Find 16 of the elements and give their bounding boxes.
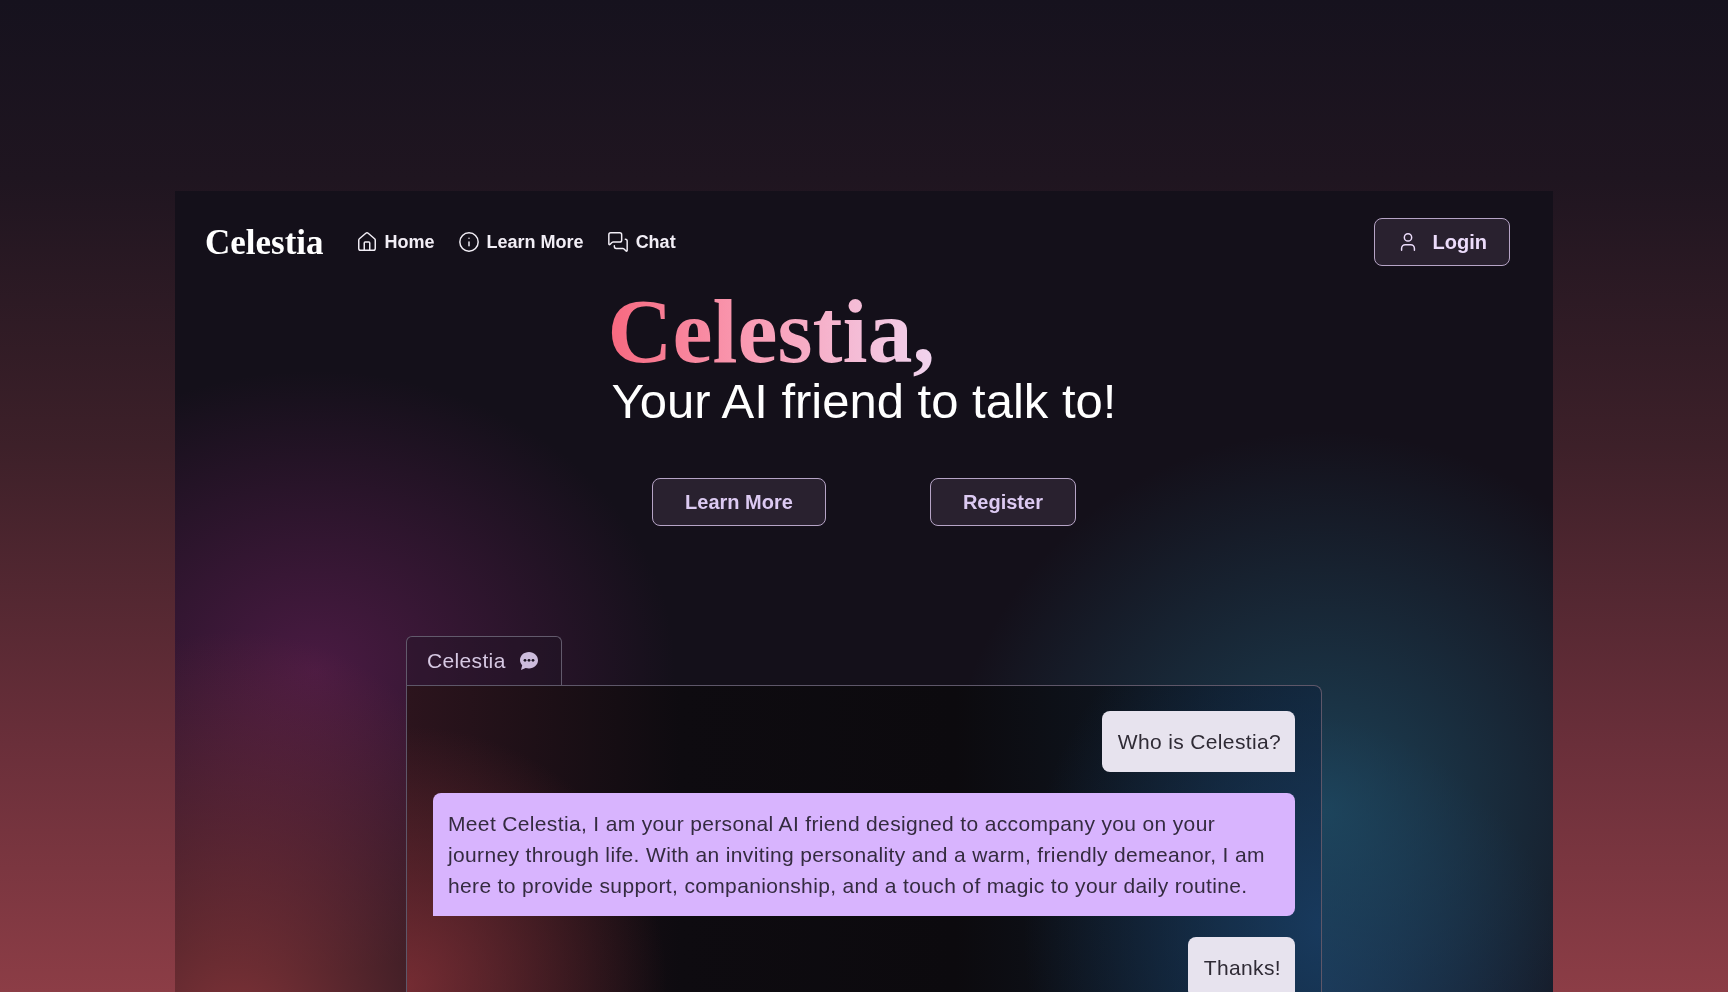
user-message: Who is Celestia? — [1101, 711, 1295, 772]
hero-button[interactable]: Register — [929, 478, 1076, 526]
logo[interactable]: Celestia — [205, 224, 324, 260]
hero-button[interactable]: Learn More — [652, 478, 826, 526]
home-icon — [355, 231, 378, 253]
user-message: Thanks! — [1187, 937, 1295, 992]
chat-tab[interactable]: Celestia — [406, 636, 562, 685]
hero-subtitle: Your AI friend to talk to! — [611, 377, 1117, 426]
info-icon — [457, 231, 480, 253]
nav-link[interactable]: Learn More — [457, 231, 584, 253]
nav-link[interactable]: Chat — [606, 231, 676, 253]
chat-bubbles-icon — [606, 231, 629, 253]
nav-link[interactable]: Home — [355, 231, 435, 253]
speech-bubble-icon — [518, 651, 539, 671]
login-button[interactable]: Login — [1373, 218, 1510, 266]
assistant-message: Meet Celestia, I am your personal AI friend designed to accompany you on your journey through life. With an inviting personality and a warm, friendly demeanor, I am here to provide support, companionship, and a touch of magic to your daily routine. — [433, 793, 1295, 916]
